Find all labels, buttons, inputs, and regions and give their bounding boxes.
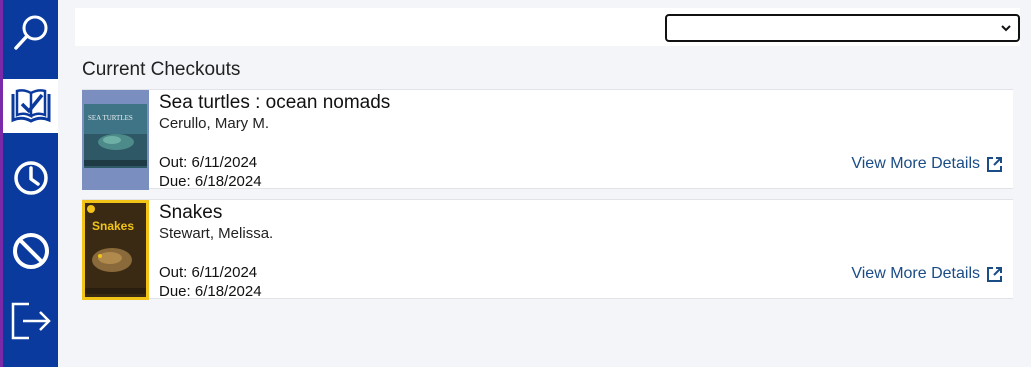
chevron-down-icon xyxy=(1001,25,1011,32)
checkout-date: Out: 6/11/2024 xyxy=(159,154,258,171)
prohibited-icon xyxy=(12,233,49,269)
top-bar xyxy=(75,8,1020,46)
nav-history[interactable] xyxy=(3,151,58,205)
due-date: Due: 6/18/2024 xyxy=(159,283,262,300)
nav-checkouts[interactable] xyxy=(3,79,58,133)
nav-logout[interactable] xyxy=(3,294,58,348)
sidebar xyxy=(3,0,58,367)
book-title: Sea turtles : ocean nomads xyxy=(159,92,391,113)
book-check-icon xyxy=(11,89,50,123)
book-author: Stewart, Melissa. xyxy=(159,225,274,242)
account-select[interactable] xyxy=(665,14,1020,42)
checkout-date: Out: 6/11/2024 xyxy=(159,264,258,281)
due-date: Due: 6/18/2024 xyxy=(159,173,262,190)
book-title: Snakes xyxy=(159,202,223,223)
view-more-details-link[interactable]: View More Details xyxy=(851,265,1003,283)
book-cover: SEA TURTLES xyxy=(82,90,149,190)
search-icon xyxy=(13,15,47,50)
svg-text:Snakes: Snakes xyxy=(92,219,134,233)
external-link-icon xyxy=(987,266,1002,282)
external-link-icon xyxy=(987,156,1002,172)
view-more-details-label: View More Details xyxy=(851,265,980,282)
view-more-details-label: View More Details xyxy=(851,155,980,172)
book-cover: Snakes xyxy=(82,200,149,300)
logout-icon xyxy=(11,302,51,340)
clock-icon xyxy=(13,161,48,195)
nav-blocks[interactable] xyxy=(3,224,58,278)
section-heading: Current Checkouts xyxy=(82,59,241,80)
svg-text:SEA TURTLES: SEA TURTLES xyxy=(88,114,133,122)
book-author: Cerullo, Mary M. xyxy=(159,115,270,132)
checkout-item: Snakes Snakes Stewart, Melissa. Out: 6/1… xyxy=(82,199,1013,300)
view-more-details-link[interactable]: View More Details xyxy=(851,155,1003,173)
nav-search[interactable] xyxy=(3,6,58,60)
checkout-item: SEA TURTLES Sea turtles : ocean nomads C… xyxy=(82,89,1013,190)
